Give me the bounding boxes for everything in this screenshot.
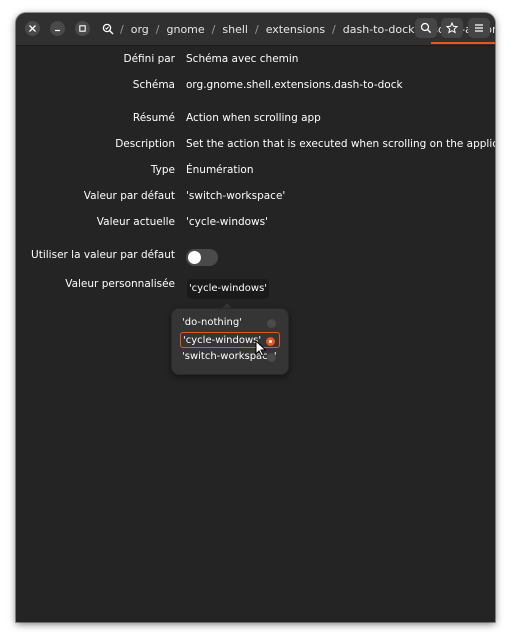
defined-by-label: Défini par bbox=[123, 53, 176, 65]
defined-by-row: Défini par Schéma avec chemin bbox=[16, 53, 495, 73]
current-value: 'cycle-windows' bbox=[186, 216, 269, 228]
minimize-button[interactable] bbox=[50, 21, 65, 36]
option-label: 'cycle-windows' bbox=[183, 335, 262, 346]
options-popover: 'do-nothing' 'cycle-windows' 'switch-wor… bbox=[171, 308, 289, 375]
hamburger-menu-icon bbox=[475, 24, 483, 32]
use-default-toggle[interactable] bbox=[186, 249, 218, 266]
close-icon bbox=[29, 25, 36, 32]
radio-checked-icon bbox=[266, 337, 275, 346]
mouse-pointer-icon bbox=[255, 340, 267, 357]
app-window: / org / gnome / shell / extensions / das… bbox=[16, 13, 495, 622]
current-value-row: Valeur actuelle 'cycle-windows' bbox=[16, 216, 495, 236]
schema-row: Schéma org.gnome.shell.extensions.dash-t… bbox=[16, 79, 495, 99]
radio-icon bbox=[267, 319, 276, 328]
option-do-nothing[interactable]: 'do-nothing' bbox=[180, 315, 280, 331]
star-icon bbox=[446, 22, 458, 34]
summary-value: Action when scrolling app bbox=[186, 112, 321, 124]
default-value-label: Valeur par défaut bbox=[83, 190, 175, 202]
schema-value: org.gnome.shell.extensions.dash-to-dock bbox=[186, 79, 403, 91]
search-dconf-icon[interactable] bbox=[102, 23, 114, 35]
schema-label: Schéma bbox=[132, 79, 175, 91]
defined-by-value: Schéma avec chemin bbox=[186, 53, 299, 65]
description-row: Description Set the action that is execu… bbox=[16, 138, 495, 158]
default-value: 'switch-workspace' bbox=[186, 190, 286, 202]
type-value: Énumération bbox=[186, 164, 254, 176]
header-bar: / org / gnome / shell / extensions / das… bbox=[16, 13, 495, 46]
use-default-row: Utiliser la valeur par défaut bbox=[16, 249, 495, 269]
breadcrumb-dash-to-dock[interactable]: dash-to-dock bbox=[340, 23, 418, 36]
maximize-icon bbox=[79, 25, 86, 32]
custom-value-dropdown[interactable]: 'cycle-windows' bbox=[187, 279, 269, 299]
radio-icon bbox=[267, 353, 276, 362]
search-button[interactable] bbox=[415, 18, 437, 38]
option-label: 'do-nothing' bbox=[182, 317, 242, 328]
breadcrumb-org[interactable]: org bbox=[128, 23, 152, 36]
default-value-row: Valeur par défaut 'switch-workspace' bbox=[16, 190, 495, 210]
minimize-icon bbox=[55, 29, 60, 32]
maximize-button[interactable] bbox=[75, 21, 90, 36]
description-label: Description bbox=[115, 138, 175, 150]
type-label: Type bbox=[150, 164, 175, 176]
bookmarks-button[interactable] bbox=[441, 18, 463, 38]
description-value: Set the action that is executed when scr… bbox=[186, 138, 495, 150]
use-default-label: Utiliser la valeur par défaut bbox=[31, 249, 175, 261]
breadcrumb-extensions[interactable]: extensions bbox=[263, 23, 328, 36]
breadcrumb-shell[interactable]: shell bbox=[219, 23, 251, 36]
breadcrumb-gnome[interactable]: gnome bbox=[163, 23, 207, 36]
toggle-knob bbox=[188, 251, 201, 264]
main-menu-button[interactable] bbox=[468, 18, 490, 38]
type-row: Type Énumération bbox=[16, 164, 495, 184]
close-button[interactable] bbox=[25, 21, 40, 36]
current-value-label: Valeur actuelle bbox=[96, 216, 175, 228]
summary-row: Résumé Action when scrolling app bbox=[16, 112, 495, 132]
search-icon bbox=[420, 22, 432, 34]
summary-label: Résumé bbox=[132, 112, 175, 124]
breadcrumb: / org / gnome / shell / extensions / das… bbox=[116, 13, 495, 45]
custom-value-label: Valeur personnalisée bbox=[65, 278, 175, 290]
